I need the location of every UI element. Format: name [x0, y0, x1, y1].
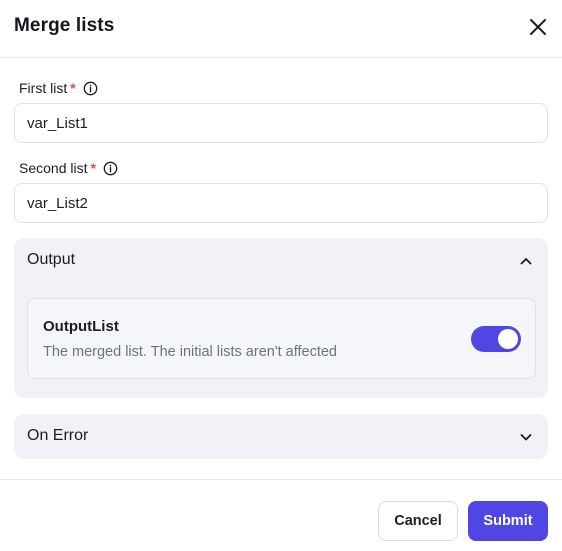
info-icon[interactable] — [83, 81, 98, 96]
submit-button[interactable]: Submit — [468, 501, 548, 541]
chevron-down-icon — [520, 434, 532, 441]
output-variable-name: OutputList — [43, 318, 119, 335]
first-list-label: First list * — [19, 79, 98, 97]
chevron-up-icon — [520, 258, 532, 265]
second-list-label: Second list * — [19, 159, 118, 177]
second-list-input[interactable] — [14, 183, 548, 223]
output-section: Output OutputList The merged list. The i… — [14, 238, 548, 398]
output-section-header[interactable]: Output — [14, 238, 548, 283]
toggle-knob — [498, 329, 518, 349]
first-list-label-text: First list — [19, 80, 68, 96]
on-error-section-title: On Error — [27, 427, 89, 444]
first-list-input[interactable] — [14, 103, 548, 143]
on-error-section: On Error — [14, 414, 548, 459]
cancel-button[interactable]: Cancel — [378, 501, 458, 541]
dialog-header: Merge lists — [0, 0, 562, 58]
required-mark: * — [70, 80, 76, 96]
info-icon[interactable] — [103, 161, 118, 176]
dialog-footer: Cancel Submit — [0, 479, 562, 551]
dialog-title: Merge lists — [14, 15, 115, 36]
close-icon — [530, 19, 546, 35]
on-error-section-header[interactable]: On Error — [14, 414, 548, 459]
merge-lists-dialog: Merge lists First list * Second list * — [0, 0, 562, 551]
output-section-title: Output — [27, 251, 76, 268]
close-button[interactable] — [526, 15, 550, 39]
required-mark: * — [90, 160, 96, 176]
output-variable-card: OutputList The merged list. The initial … — [27, 298, 536, 379]
output-variable-toggle[interactable] — [471, 326, 521, 352]
output-variable-description: The merged list. The initial lists aren'… — [43, 344, 337, 360]
second-list-label-text: Second list — [19, 160, 88, 176]
